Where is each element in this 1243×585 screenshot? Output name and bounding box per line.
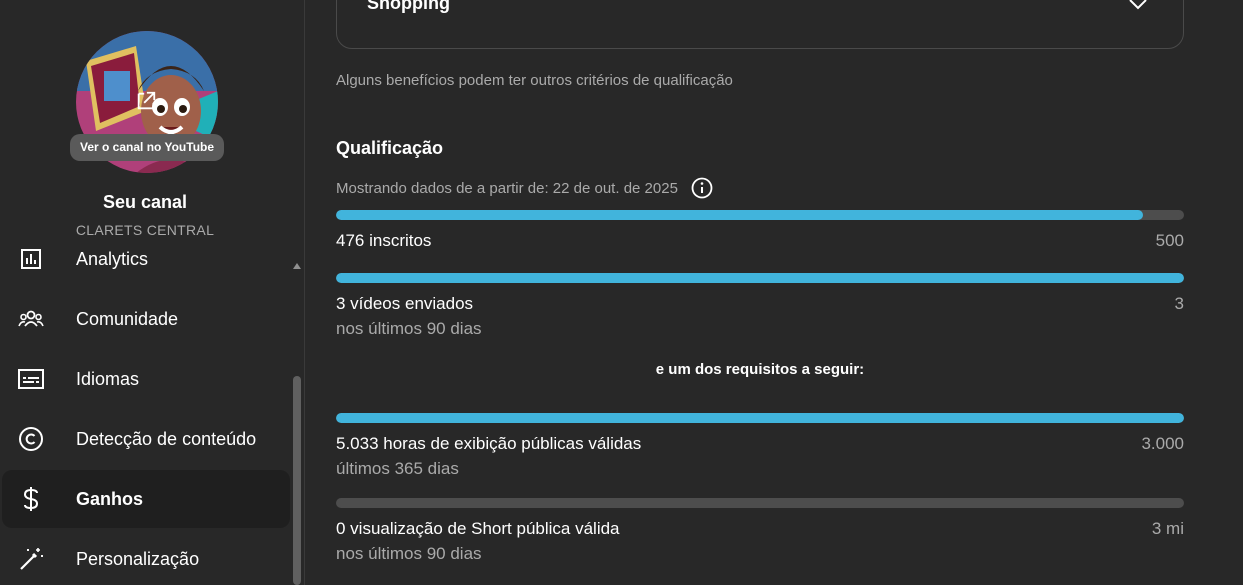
requirement-subtext: últimos 365 dias: [336, 459, 459, 478]
community-icon: [18, 306, 44, 332]
requirement-label: 0 visualização de Short pública válida: [336, 519, 620, 538]
sidebar-item-label: Analytics: [76, 248, 149, 269]
requirement-label: 476 inscritos: [336, 231, 432, 250]
magic-wand-icon: [18, 546, 44, 572]
shopping-expander[interactable]: Shopping: [336, 0, 1184, 49]
info-icon[interactable]: [691, 177, 713, 199]
requirement-label: 3 vídeos enviados: [336, 294, 474, 313]
progress-fill: [336, 210, 1144, 220]
or-requirements-text: e um dos requisitos a seguir:: [655, 361, 865, 378]
channel-name: CLARETS CENTRAL: [75, 222, 215, 238]
progress-track: [336, 498, 1184, 508]
sidebar-scrollbar[interactable]: [293, 376, 301, 585]
progress-track: [336, 273, 1184, 283]
date-text: Mostrando dados de a partir de: 22 de ou…: [336, 179, 678, 197]
sidebar-item-label: Comunidade: [76, 308, 179, 329]
sidebar-item-ganhos[interactable]: Ganhos: [2, 470, 290, 528]
requirement-target: 3 mi: [1151, 519, 1184, 538]
chevron-down-icon: [1128, 0, 1148, 15]
requirement-subtext: nos últimos 90 dias: [336, 544, 482, 563]
requirement-subtext: nos últimos 90 dias: [336, 319, 482, 338]
sidebar: Ver o canal no YouTube Seu canal CLARETS…: [0, 0, 305, 585]
copyright-icon: [18, 426, 44, 452]
progress-fill: [336, 273, 1184, 283]
sidebar-item-label: Personalização: [76, 548, 200, 569]
subtitles-icon: [18, 366, 44, 392]
studio-app: Ver o canal no YouTube Seu canal CLARETS…: [0, 0, 1243, 585]
requirement-subscribers: 476 inscritos 500: [336, 210, 1184, 255]
sidebar-item-analytics[interactable]: Analytics: [2, 246, 290, 288]
sidebar-nav: Analytics Comunidade Idiomas Detecção de…: [0, 246, 304, 585]
data-date-line: Mostrando dados de a partir de: 22 de ou…: [336, 177, 713, 199]
analytics-icon: [18, 246, 44, 272]
qualification-note: Alguns benefícios podem ter outros crité…: [336, 72, 733, 89]
requirement-shorts-views: 0 visualização de Short pública válida 3…: [336, 498, 1184, 564]
sidebar-item-deteccao-de-conteudo[interactable]: Detecção de conteúdo: [2, 410, 290, 468]
requirement-target: 3: [1174, 294, 1184, 313]
progress-track: [336, 210, 1184, 220]
external-link-icon: [137, 91, 156, 110]
progress-fill: [336, 413, 1184, 423]
view-channel-on-youtube-button[interactable]: Ver o canal no YouTube: [70, 134, 225, 161]
sidebar-item-comunidade[interactable]: Comunidade: [2, 290, 290, 348]
dollar-icon: [18, 486, 44, 512]
requirement-label: 5.033 horas de exibição públicas válidas: [336, 434, 642, 453]
sidebar-item-label: Detecção de conteúdo: [76, 428, 257, 449]
channel-title: Seu canal: [102, 192, 188, 212]
requirement-target: 3.000: [1141, 434, 1184, 453]
progress-track: [336, 413, 1184, 423]
sidebar-item-personalizacao[interactable]: Personalização: [2, 530, 290, 585]
requirement-uploads: 3 vídeos enviados 3 nos últimos 90 dias: [336, 273, 1184, 339]
requirement-watch-hours: 5.033 horas de exibição públicas válidas…: [336, 413, 1184, 479]
shopping-label: Shopping: [367, 0, 450, 13]
scroll-up-arrow[interactable]: [293, 263, 301, 269]
section-title: Qualificação: [336, 138, 444, 158]
sidebar-item-label: Ganhos: [76, 488, 144, 509]
sidebar-item-label: Idiomas: [76, 368, 140, 389]
requirement-target: 500: [1155, 231, 1184, 250]
main-content: Shopping Alguns benefícios podem ter out…: [306, 0, 1243, 585]
sidebar-item-idiomas[interactable]: Idiomas: [2, 350, 290, 408]
